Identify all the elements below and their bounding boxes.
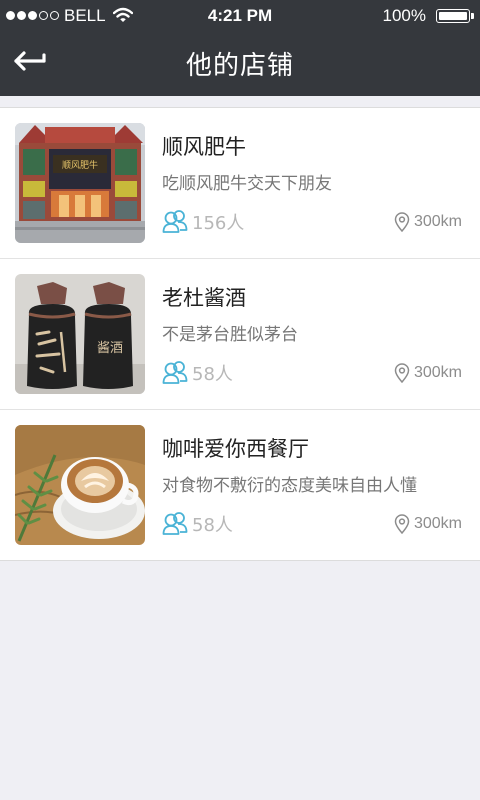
store-item[interactable]: 顺风肥牛 顺风肥牛 吃顺风肥牛交天下朋友 156人 300km <box>0 108 480 259</box>
store-item[interactable]: 咖啡爱你西餐厅 对食物不敷衍的态度美味自由人懂 58人 300km <box>0 410 480 560</box>
header: BELL 4:21 PM 100% 他的店铺 <box>0 0 480 96</box>
store-name: 老杜酱酒 <box>162 286 246 310</box>
location-pin-icon <box>394 514 410 534</box>
store-description: 对食物不敷衍的态度美味自由人懂 <box>162 476 417 496</box>
distance-group: 300km <box>394 212 462 232</box>
store-thumbnail: 顺风肥牛 <box>15 123 145 243</box>
battery-percentage: 100% <box>382 6 426 25</box>
people-count: 156人 <box>192 213 245 234</box>
people-count-group: 58人 <box>162 511 233 537</box>
people-icon <box>162 361 188 384</box>
distance-group: 300km <box>394 363 462 383</box>
store-list: 顺风肥牛 顺风肥牛 吃顺风肥牛交天下朋友 156人 300km 酱酒 老杜酱酒 … <box>0 107 480 561</box>
storefront-sign-text: 顺风肥牛 <box>62 159 98 171</box>
distance-text: 300km <box>413 515 462 532</box>
people-count: 58人 <box>192 515 233 536</box>
store-description: 吃顺风肥牛交天下朋友 <box>162 174 332 194</box>
location-pin-icon <box>394 363 410 383</box>
people-icon <box>162 210 188 233</box>
people-count: 58人 <box>192 364 233 385</box>
people-icon <box>162 512 188 535</box>
distance-group: 300km <box>394 514 462 534</box>
store-thumbnail <box>15 425 145 545</box>
page-title: 他的店铺 <box>185 51 294 81</box>
people-count-group: 156人 <box>162 209 244 235</box>
battery-icon <box>436 9 470 23</box>
store-item[interactable]: 酱酒 老杜酱酒 不是茅台胜似茅台 58人 300km <box>0 259 480 410</box>
location-pin-icon <box>394 212 410 232</box>
status-bar: BELL 4:21 PM 100% <box>0 0 480 32</box>
store-description: 不是茅台胜似茅台 <box>162 325 298 345</box>
store-thumbnail: 酱酒 <box>15 274 145 394</box>
bottle-label-text: 酱酒 <box>97 341 123 356</box>
distance-text: 300km <box>413 213 462 230</box>
store-name: 顺风肥牛 <box>162 135 246 159</box>
distance-text: 300km <box>413 364 462 381</box>
store-name: 咖啡爱你西餐厅 <box>162 437 309 461</box>
people-count-group: 58人 <box>162 360 233 386</box>
battery-tip <box>471 13 474 19</box>
battery-fill <box>439 12 467 20</box>
